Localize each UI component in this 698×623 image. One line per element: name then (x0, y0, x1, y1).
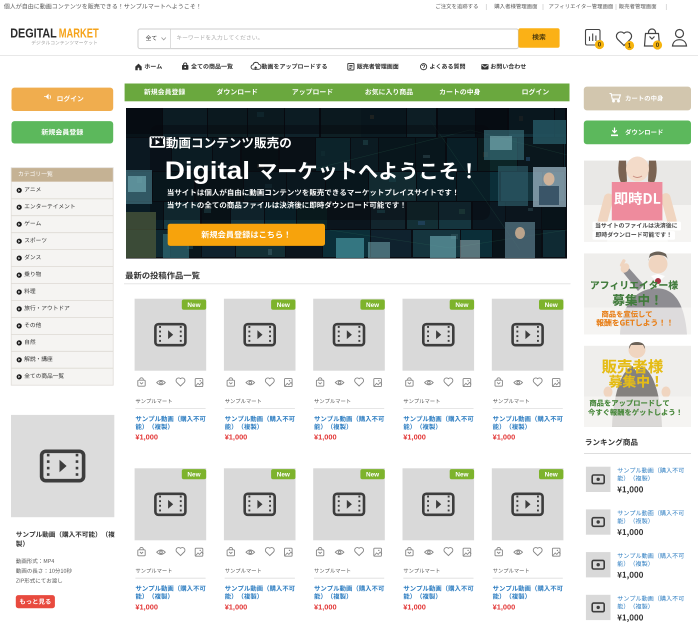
svg-text:New: New (187, 472, 200, 479)
svg-text:¥1,000: ¥1,000 (225, 433, 248, 442)
svg-text:¥1,000: ¥1,000 (314, 433, 337, 442)
svg-text:¥1,000: ¥1,000 (135, 433, 158, 442)
svg-text:New: New (366, 472, 379, 479)
svg-text:New: New (545, 302, 558, 309)
svg-text:1: 1 (628, 43, 632, 50)
svg-text:¥1,000: ¥1,000 (225, 602, 248, 611)
svg-text:MARKET: MARKET (59, 25, 99, 40)
svg-text:¥1,000: ¥1,000 (314, 602, 337, 611)
svg-text:¥1,000: ¥1,000 (403, 602, 426, 611)
svg-text:DEGITAL: DEGITAL (10, 25, 57, 40)
svg-text:0: 0 (656, 42, 660, 49)
svg-text:¥1,000: ¥1,000 (493, 433, 516, 442)
svg-text:New: New (187, 302, 200, 309)
svg-text:¥1,000: ¥1,000 (135, 602, 158, 611)
svg-text:New: New (545, 472, 558, 479)
svg-text:New: New (455, 302, 468, 309)
svg-text:New: New (366, 302, 379, 309)
svg-text:New: New (277, 302, 290, 309)
svg-text:0: 0 (598, 42, 602, 49)
svg-text:New: New (277, 472, 290, 479)
svg-text:¥1,000: ¥1,000 (493, 602, 516, 611)
svg-text:New: New (455, 472, 468, 479)
svg-text:¥1,000: ¥1,000 (403, 433, 426, 442)
svg-text:Digital: Digital (165, 157, 250, 185)
